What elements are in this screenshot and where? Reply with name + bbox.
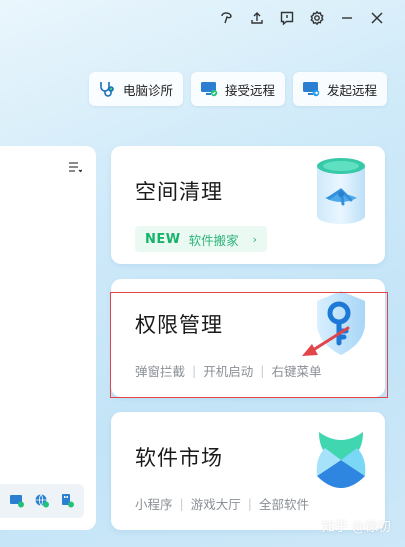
left-footer-tray bbox=[0, 484, 84, 518]
software-move-link: 软件搬家 bbox=[188, 232, 239, 248]
left-panel bbox=[0, 146, 96, 530]
card-software-market[interactable]: 软件市场 小程序 | 游戏大厅 | 全部软件 bbox=[111, 412, 385, 530]
app-store-icon bbox=[316, 432, 366, 488]
accept-remote-label: 接受远程 bbox=[224, 82, 275, 98]
top-toolbar: 电脑诊所 接受远程 发起远程 bbox=[88, 72, 387, 106]
monitor-send-icon bbox=[302, 82, 320, 97]
minimize-icon[interactable] bbox=[339, 10, 355, 26]
screen-shield-icon[interactable] bbox=[9, 493, 25, 509]
mini-programs-link[interactable]: 小程序 bbox=[135, 494, 173, 513]
software-move-badge[interactable]: NEW 软件搬家 › bbox=[135, 226, 268, 252]
feedback-icon[interactable] bbox=[279, 10, 295, 26]
pc-clinic-button[interactable]: 电脑诊所 bbox=[88, 72, 183, 106]
monitor-receive-icon bbox=[200, 82, 218, 97]
upload-icon[interactable] bbox=[249, 10, 265, 26]
chevron-right-icon: › bbox=[252, 232, 258, 246]
new-tag: NEW bbox=[145, 231, 181, 247]
card-market-title: 软件市场 bbox=[135, 446, 223, 470]
cylinder-fan-icon bbox=[317, 158, 365, 224]
list-menu-icon[interactable] bbox=[68, 160, 82, 174]
card-space-cleanup-title: 空间清理 bbox=[135, 180, 223, 204]
all-software-link[interactable]: 全部软件 bbox=[259, 494, 309, 513]
start-remote-button[interactable]: 发起远程 bbox=[292, 72, 387, 106]
market-links: 小程序 | 游戏大厅 | 全部软件 bbox=[135, 494, 309, 513]
start-remote-label: 发起远程 bbox=[326, 82, 377, 98]
watermark: 知乎 @徐初 bbox=[321, 520, 391, 535]
stethoscope-icon bbox=[100, 82, 114, 97]
usb-drive-icon[interactable] bbox=[59, 493, 75, 509]
game-hall-link[interactable]: 游戏大厅 bbox=[191, 494, 241, 513]
close-icon[interactable] bbox=[369, 10, 385, 26]
separator: | bbox=[179, 496, 184, 511]
card-space-cleanup[interactable]: 空间清理 NEW 软件搬家 › bbox=[111, 146, 385, 264]
network-globe-icon[interactable] bbox=[34, 493, 50, 509]
skin-icon[interactable] bbox=[219, 10, 235, 26]
titlebar-controls bbox=[219, 10, 385, 26]
accept-remote-button[interactable]: 接受远程 bbox=[190, 72, 285, 106]
pc-clinic-label: 电脑诊所 bbox=[122, 82, 173, 98]
separator: | bbox=[247, 496, 252, 511]
annotation-arrow-icon bbox=[302, 326, 350, 356]
settings-icon[interactable] bbox=[309, 10, 325, 26]
